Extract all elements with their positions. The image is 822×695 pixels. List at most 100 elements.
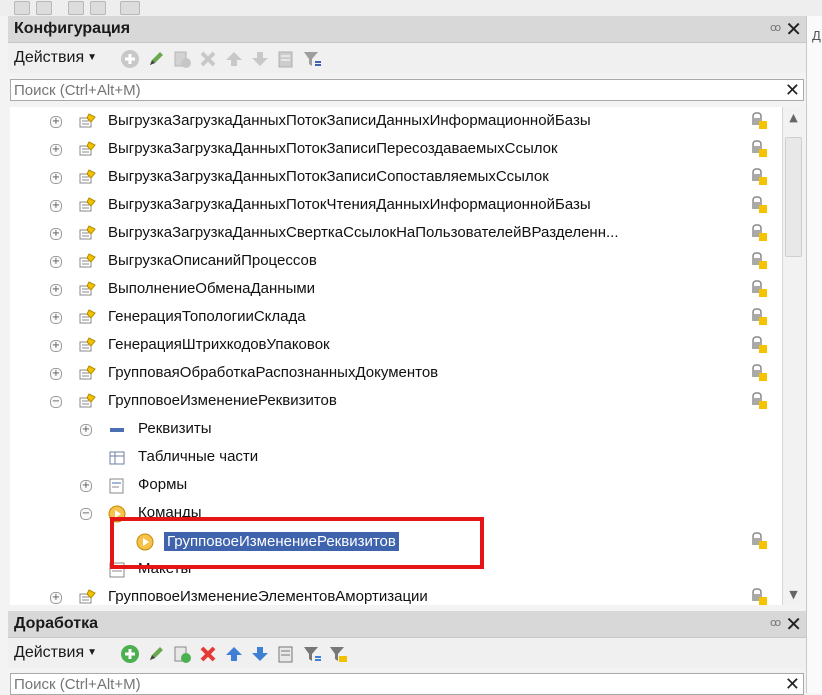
data-processor-icon xyxy=(78,393,96,411)
tree-row[interactable]: + ВыгрузкаЗагрузкаДанныхПотокЧтенияДанных… xyxy=(10,192,782,220)
expand-icon[interactable]: + xyxy=(50,116,62,128)
close-icon[interactable]: ✕ xyxy=(785,17,802,41)
actions-label: Действия xyxy=(14,644,85,661)
expand-icon[interactable]: + xyxy=(50,592,62,604)
data-processor-icon xyxy=(78,141,96,159)
tree-row[interactable]: + Реквизиты xyxy=(10,416,782,444)
tree-item-label[interactable]: ВыполнениеОбменаДанными xyxy=(108,280,315,297)
delete-icon[interactable] xyxy=(198,49,218,69)
expand-icon[interactable]: + xyxy=(50,200,62,212)
collapse-icon[interactable]: − xyxy=(50,396,62,408)
sort-icon[interactable] xyxy=(276,49,296,69)
tree-item-label[interactable]: ВыгрузкаЗагрузкаДанныхПотокЗаписиСопоста… xyxy=(108,168,549,185)
lock-icon xyxy=(752,391,768,409)
expand-icon[interactable]: + xyxy=(50,172,62,184)
copy-icon[interactable] xyxy=(172,644,192,664)
form-icon xyxy=(108,477,126,495)
tree-row[interactable]: + ВыполнениеОбменаДанными xyxy=(10,276,782,304)
close-icon[interactable]: ✕ xyxy=(785,612,802,636)
tree-item-label[interactable]: ГрупповаяОбработкаРаспознанныхДокументов xyxy=(108,364,438,381)
actions-label: Действия xyxy=(14,49,85,66)
expand-icon[interactable]: + xyxy=(50,368,62,380)
config-panel-title: Конфигурация xyxy=(14,20,131,37)
sort-icon[interactable] xyxy=(276,644,296,664)
tree-row[interactable]: + ВыгрузкаЗагрузкаДанныхПотокЗаписиСопост… xyxy=(10,164,782,192)
delete-icon[interactable] xyxy=(198,644,218,664)
clear-search-icon[interactable]: ✕ xyxy=(785,674,800,695)
tree-item-label[interactable]: Табличные части xyxy=(138,448,258,465)
tree-row[interactable]: + Формы xyxy=(10,472,782,500)
config-search-input[interactable] xyxy=(14,81,774,99)
toolbar-icon[interactable] xyxy=(14,1,30,15)
lock-icon xyxy=(752,335,768,353)
tree-row[interactable]: + ГрупповоеИзменениеЭлементовАмортизации xyxy=(10,584,782,605)
data-processor-icon xyxy=(78,197,96,215)
scrollbar-thumb[interactable] xyxy=(785,137,802,257)
scroll-up-icon[interactable]: ▲ xyxy=(785,109,802,126)
collapse-icon[interactable]: − xyxy=(80,508,92,520)
tree-item-label[interactable]: ВыгрузкаЗагрузкаДанныхСверткаСсылокНаПол… xyxy=(108,224,619,241)
filter-clear-icon[interactable] xyxy=(328,644,348,664)
tree-item-label[interactable]: ГрупповоеИзменениеЭлементовАмортизации xyxy=(108,588,428,605)
tree-item-label[interactable]: ГрупповоеИзменениеРеквизитов xyxy=(108,392,337,409)
expand-icon[interactable]: + xyxy=(50,312,62,324)
toolbar-icon[interactable] xyxy=(90,1,106,15)
move-down-icon[interactable] xyxy=(250,644,270,664)
tree-item-label[interactable]: ВыгрузкаЗагрузкаДанныхПотокЗаписиДанныхИ… xyxy=(108,112,591,129)
expand-icon[interactable]: + xyxy=(50,144,62,156)
expand-icon[interactable]: + xyxy=(50,228,62,240)
tree-item-label[interactable]: ВыгрузкаОписанийПроцессов xyxy=(108,252,317,269)
tree-item-label[interactable]: ВыгрузкаЗагрузкаДанныхПотокЧтенияДанныхИ… xyxy=(108,196,591,213)
tree-row[interactable]: + ГенерацияТопологииСклада xyxy=(10,304,782,332)
tree-item-label[interactable]: ВыгрузкаЗагрузкаДанныхПотокЗаписиПересоз… xyxy=(108,140,558,157)
expand-icon[interactable]: + xyxy=(50,284,62,296)
pin-icon[interactable]: ꝏ xyxy=(770,617,781,629)
tree-row[interactable]: + ГенерацияШтрихкодовУпаковок xyxy=(10,332,782,360)
tree-item-label[interactable]: Формы xyxy=(138,476,187,493)
move-up-icon[interactable] xyxy=(224,644,244,664)
highlight-box xyxy=(110,517,484,569)
edit-icon[interactable] xyxy=(146,49,166,69)
chevron-down-icon: ▼ xyxy=(87,52,98,63)
clear-search-icon[interactable]: ✕ xyxy=(785,80,800,101)
config-panel-header: Конфигурация ꝏ ✕ xyxy=(8,16,806,43)
expand-icon[interactable]: + xyxy=(50,340,62,352)
expand-icon[interactable]: + xyxy=(50,256,62,268)
pin-icon[interactable]: ꝏ xyxy=(770,22,781,34)
filter-icon[interactable] xyxy=(302,644,322,664)
toolbar-icon[interactable] xyxy=(68,1,84,15)
tree-row[interactable]: + ВыгрузкаОписанийПроцессов xyxy=(10,248,782,276)
add-icon[interactable] xyxy=(120,49,140,69)
filter-icon[interactable] xyxy=(302,49,322,69)
lock-icon xyxy=(752,279,768,297)
tree-row[interactable]: Табличные части xyxy=(10,444,782,472)
expand-icon[interactable]: + xyxy=(80,480,92,492)
tree-row[interactable]: − ГрупповоеИзменениеРеквизитов xyxy=(10,388,782,416)
data-processor-icon xyxy=(78,281,96,299)
tree-item-label[interactable]: ГенерацияТопологииСклада xyxy=(108,308,306,325)
tree-item-label[interactable]: Реквизиты xyxy=(138,420,212,437)
toolbar-icon[interactable] xyxy=(36,1,52,15)
scroll-down-icon[interactable]: ▼ xyxy=(785,586,802,603)
actions-menu[interactable]: Действия ▼ xyxy=(14,644,97,662)
data-processor-icon xyxy=(78,113,96,131)
dev-search-field[interactable]: ✕ xyxy=(10,673,804,695)
move-up-icon[interactable] xyxy=(224,49,244,69)
edit-icon[interactable] xyxy=(146,644,166,664)
tree-row[interactable]: + ВыгрузкаЗагрузкаДанныхСверткаСсылокНаПо… xyxy=(10,220,782,248)
move-down-icon[interactable] xyxy=(250,49,270,69)
tree-row[interactable]: + ВыгрузкаЗагрузкаДанныхПотокЗаписиПересо… xyxy=(10,136,782,164)
actions-menu[interactable]: Действия ▼ xyxy=(14,49,97,67)
data-processor-icon xyxy=(78,253,96,271)
toolbar-icon[interactable] xyxy=(120,1,140,15)
lock-icon xyxy=(752,139,768,157)
tree-row[interactable]: + ГрупповаяОбработкаРаспознанныхДокументо… xyxy=(10,360,782,388)
dev-search-input[interactable] xyxy=(14,675,774,693)
copy-icon[interactable] xyxy=(172,49,192,69)
tree-row[interactable]: + ВыгрузкаЗагрузкаДанныхПотокЗаписиДанных… xyxy=(10,108,782,136)
vertical-scrollbar[interactable]: ▲ ▼ xyxy=(782,107,805,605)
expand-icon[interactable]: + xyxy=(80,424,92,436)
tree-item-label[interactable]: ГенерацияШтрихкодовУпаковок xyxy=(108,336,330,353)
config-search-field[interactable]: ✕ xyxy=(10,79,804,101)
add-icon[interactable] xyxy=(120,644,140,664)
